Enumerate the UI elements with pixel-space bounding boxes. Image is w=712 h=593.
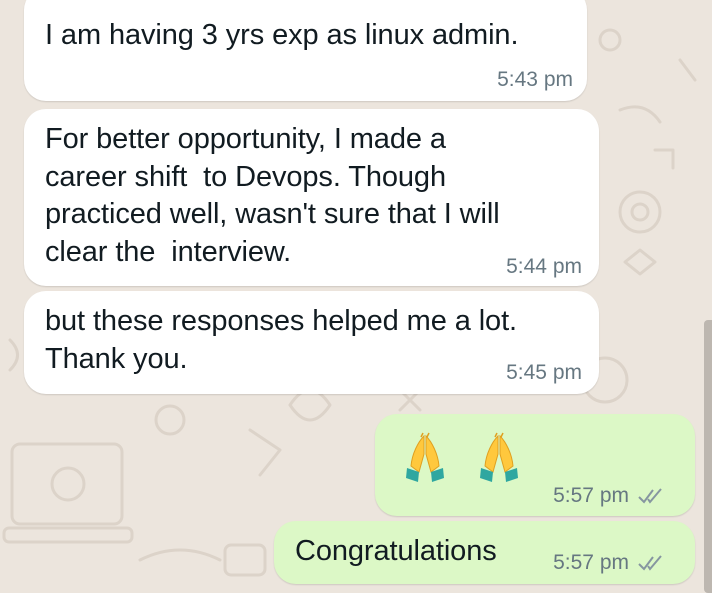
scrollbar[interactable]	[704, 320, 712, 593]
message-text: For better opportunity, I made a career …	[45, 123, 500, 268]
double-check-icon	[638, 488, 662, 504]
message-text: I am having 3 yrs exp as linux admin.	[45, 19, 519, 51]
message-text: Congratulations	[295, 535, 497, 567]
folded-hands-emoji-icon	[406, 432, 444, 482]
emoji-row	[403, 432, 521, 484]
message-timestamp: 5:57 pm	[553, 484, 667, 508]
message-text: but these responses helped me a lot. Tha…	[45, 305, 517, 375]
message-bubble-incoming[interactable]: but these responses helped me a lot. Tha…	[24, 291, 599, 394]
message-bubble-incoming[interactable]: I am having 3 yrs exp as linux admin. 5:…	[24, 0, 587, 101]
message-bubble-outgoing[interactable]: 5:57 pm	[375, 414, 695, 516]
double-check-icon	[638, 555, 662, 571]
message-timestamp: 5:44 pm	[506, 255, 582, 278]
message-timestamp: 5:45 pm	[506, 361, 582, 384]
message-bubble-incoming[interactable]: For better opportunity, I made a career …	[24, 109, 599, 286]
message-bubble-outgoing[interactable]: Congratulations 5:57 pm	[274, 521, 695, 584]
message-timestamp: 5:57 pm	[553, 551, 667, 575]
message-timestamp: 5:43 pm	[497, 68, 573, 91]
folded-hands-emoji-icon	[480, 432, 518, 482]
